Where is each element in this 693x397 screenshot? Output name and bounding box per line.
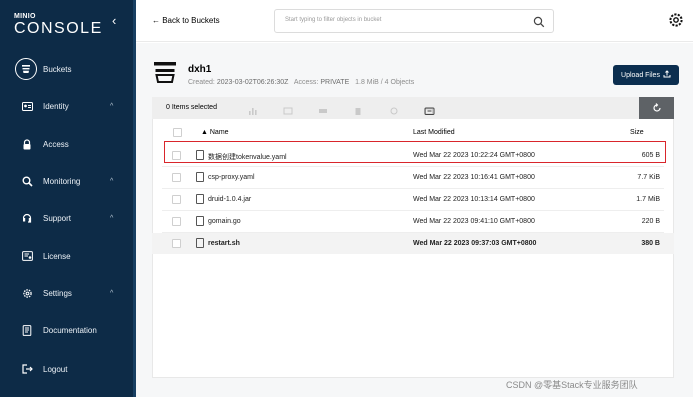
select-all-checkbox[interactable]	[173, 128, 182, 137]
row-checkbox[interactable]	[172, 173, 181, 182]
chevron-up-icon: ^	[110, 289, 114, 297]
row-checkbox[interactable]	[172, 239, 181, 248]
collapse-sidebar-icon[interactable]: ‹	[112, 14, 116, 28]
highlight-box	[164, 141, 666, 163]
search-input[interactable]: Start typing to filter objects in bucket	[274, 9, 554, 33]
chevron-up-icon: ^	[110, 214, 114, 222]
sidebar-item-buckets[interactable]: Buckets	[0, 55, 133, 83]
file-size: 220 B	[641, 218, 660, 225]
sidebar-item-logout[interactable]: Logout	[0, 355, 133, 383]
code-file-icon	[196, 216, 204, 226]
lock-icon	[20, 137, 34, 151]
file-name: gomain.go	[208, 218, 241, 225]
watermark: CSDN @零基Stack专业服务团队	[506, 380, 638, 390]
bucket-icon	[152, 59, 178, 90]
settings-gear-icon[interactable]	[668, 12, 684, 33]
file-size: 7.7 KiB	[637, 174, 660, 181]
table-row[interactable]: gomain.go Wed Mar 22 2023 09:41:10 GMT+0…	[152, 211, 674, 232]
access-label: Access:	[293, 79, 319, 86]
table-row[interactable]: csp-proxy.yaml Wed Mar 22 2023 10:16:41 …	[152, 167, 674, 188]
refresh-button[interactable]	[639, 97, 674, 119]
sidebar-item-label: Monitoring	[43, 176, 81, 186]
sidebar-item-identity[interactable]: Identity ^	[0, 92, 133, 120]
file-modified: Wed Mar 22 2023 09:37:03 GMT+0800	[413, 240, 537, 247]
sidebar-item-label: Identity	[43, 101, 69, 111]
column-last-modified[interactable]: Last Modified	[413, 129, 455, 136]
license-icon	[20, 249, 34, 263]
delete-icon[interactable]	[353, 103, 363, 115]
sidebar-item-access[interactable]: Access	[0, 130, 133, 158]
file-name: csp-proxy.yaml	[208, 174, 255, 181]
sidebar-item-label: Access	[43, 139, 69, 149]
sidebar-item-documentation[interactable]: Documentation	[0, 316, 133, 344]
support-icon	[20, 211, 34, 225]
access-value: PRIVATE	[320, 79, 350, 86]
selected-count: 0 Items selected	[166, 104, 217, 111]
file-name: druid-1.0.4.jar	[208, 196, 252, 203]
sidebar-item-label: Documentation	[43, 325, 97, 335]
sidebar-item-license[interactable]: License	[0, 242, 133, 270]
logo-main: CONSOLE	[14, 20, 103, 37]
logo-top: MINIO	[14, 13, 36, 20]
sidebar-item-settings[interactable]: Settings ^	[0, 279, 133, 307]
sidebar-item-monitoring[interactable]: Monitoring ^	[0, 167, 133, 195]
sidebar-item-label: Settings	[43, 288, 72, 298]
file-size: 1.7 MiB	[636, 196, 660, 203]
file-modified: Wed Mar 22 2023 10:13:14 GMT+0800	[413, 196, 535, 203]
sidebar: MINIO CONSOLE ‹ Buckets Identity ^ Acces…	[0, 0, 133, 397]
logout-icon	[20, 362, 34, 376]
upload-files-label: Upload Files	[621, 71, 660, 79]
sidebar-item-support[interactable]: Support ^	[0, 204, 133, 232]
magnifier-icon	[20, 174, 34, 188]
upload-files-button[interactable]: Upload Files	[613, 65, 679, 85]
file-modified: Wed Mar 22 2023 09:41:10 GMT+0800	[413, 218, 535, 225]
table-row[interactable]: restart.sh Wed Mar 22 2023 09:37:03 GMT+…	[152, 233, 674, 254]
share-icon[interactable]	[283, 103, 293, 115]
script-file-icon	[196, 238, 204, 248]
file-modified: Wed Mar 22 2023 10:16:41 GMT+0800	[413, 174, 535, 181]
sidebar-item-label: Logout	[43, 364, 68, 374]
minio-logo: MINIO CONSOLE	[14, 13, 104, 37]
object-toolbar: 0 Items selected	[152, 97, 674, 119]
column-size[interactable]: Size	[630, 129, 644, 136]
search-icon[interactable]	[533, 15, 545, 33]
table-row[interactable]: druid-1.0.4.jar Wed Mar 22 2023 10:13:14…	[152, 189, 674, 210]
bucket-name: dxh1	[188, 64, 212, 75]
sort-name-header[interactable]: ▲ Name	[201, 129, 229, 136]
sidebar-item-label: Buckets	[43, 64, 72, 74]
created-value: 2023-03-02T06:26:30Z	[216, 79, 289, 86]
file-icon	[196, 172, 204, 182]
sidebar-item-label: License	[43, 251, 71, 261]
search-placeholder: Start typing to filter objects in bucket	[285, 17, 382, 23]
bucket-usage: 1.8 MiB / 4 Objects	[355, 79, 415, 86]
sidebar-item-label: Support	[43, 213, 72, 223]
row-checkbox[interactable]	[172, 217, 181, 226]
chevron-up-icon: ^	[110, 177, 114, 185]
row-checkbox[interactable]	[172, 195, 181, 204]
gear-icon	[20, 286, 34, 300]
bucket-meta: Created: 2023-03-02T06:26:30Z Access: PR…	[188, 79, 414, 86]
new-folder-icon[interactable]	[424, 103, 435, 115]
preview-icon[interactable]	[318, 103, 328, 113]
created-label: Created:	[188, 79, 215, 86]
chart-icon[interactable]	[248, 103, 258, 115]
tag-icon[interactable]	[389, 103, 399, 115]
document-icon	[20, 323, 34, 337]
archive-file-icon	[196, 194, 204, 204]
back-to-buckets-link[interactable]: ← Back to Buckets	[152, 16, 220, 25]
chevron-up-icon: ^	[110, 102, 114, 110]
bucket-icon	[15, 58, 37, 80]
column-name-label: Name	[209, 129, 229, 136]
file-name: restart.sh	[208, 240, 240, 247]
file-size: 380 B	[641, 240, 660, 247]
refresh-icon	[652, 103, 661, 112]
identity-icon	[20, 99, 34, 113]
top-header: ← Back to Buckets Start typing to filter…	[136, 0, 693, 42]
upload-icon	[663, 70, 671, 80]
